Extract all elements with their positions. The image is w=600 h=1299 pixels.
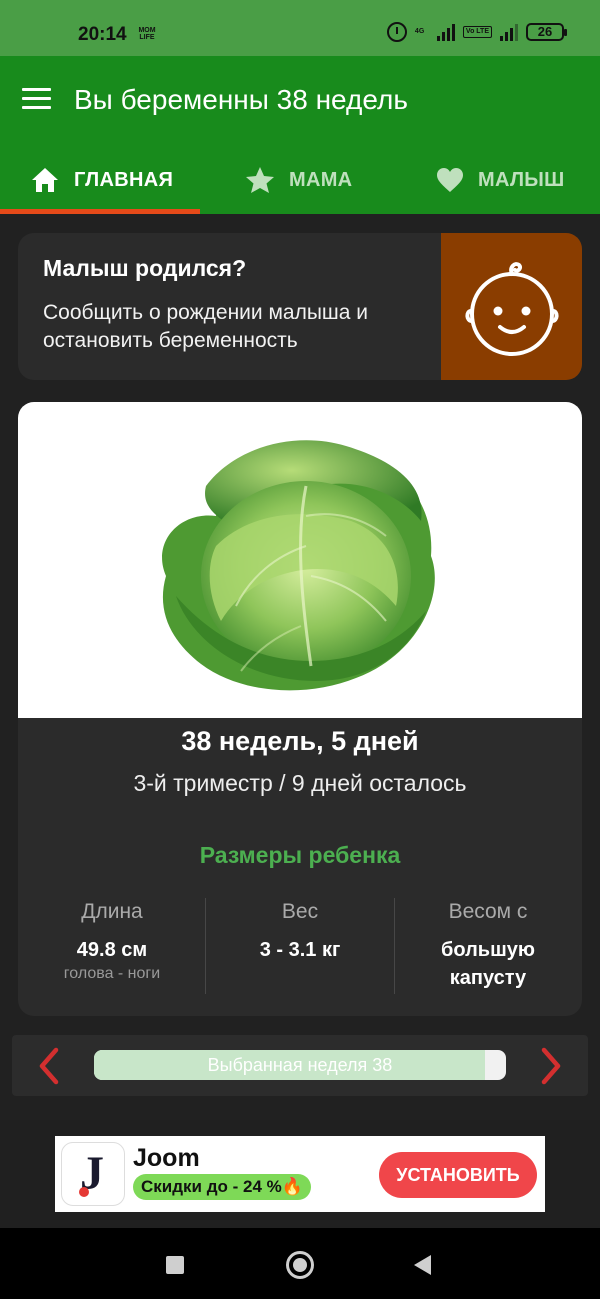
tab-home[interactable]: ГЛАВНАЯ	[30, 160, 173, 200]
ad-app-name: Joom	[133, 1144, 200, 1172]
weeks-days-title: 38 недель, 5 дней	[181, 726, 419, 756]
home-icon	[32, 168, 58, 192]
status-time: 20:14	[78, 24, 127, 45]
baby-born-card[interactable]: Малыш родился? Сообщить о рождении малыш…	[18, 233, 582, 380]
recents-icon[interactable]	[166, 1256, 184, 1274]
carrier-logo: MOM LIFE	[136, 27, 158, 41]
ad-install-button[interactable]: УСТАНОВИТЬ	[379, 1152, 537, 1198]
baby-face-icon	[465, 262, 559, 356]
week-selector: Выбранная неделя 38	[12, 1035, 588, 1096]
status-icons: 4G Vo LTE 26	[386, 22, 567, 42]
stat-compare-label: Весом с	[448, 900, 528, 923]
stat-weight-label: Вес	[281, 900, 319, 923]
signal-icon	[436, 23, 455, 41]
baby-born-title: Малыш родился?	[43, 255, 247, 281]
ad-promo-badge: Скидки до - 24 %🔥	[133, 1174, 311, 1200]
home-button-icon[interactable]	[286, 1251, 314, 1279]
hamburger-menu-icon[interactable]	[22, 88, 51, 110]
week-progress-bar[interactable]: Выбранная неделя 38	[94, 1050, 506, 1080]
stat-weight-value: 3 - 3.1 кг	[259, 939, 341, 961]
stat-compare: Весом с большую капусту	[394, 900, 582, 992]
tab-baby-label: МАЛЫШ	[478, 168, 565, 191]
stat-length-value: 49.8 см	[76, 939, 148, 961]
baby-sizes-title: Размеры ребенка	[199, 842, 401, 868]
chevron-right-icon[interactable]	[536, 1047, 566, 1085]
ad-logo-dot	[79, 1187, 89, 1197]
cabbage-image	[162, 440, 435, 691]
back-icon[interactable]	[414, 1255, 431, 1275]
tab-indicator	[0, 209, 200, 214]
status-bar: 20:14 MOM LIFE 4G Vo LTE 26	[0, 0, 600, 56]
baby-born-icon-box[interactable]	[441, 233, 582, 380]
page-title: Вы беременны 38 недель	[74, 84, 408, 115]
stat-length: Длина 49.8 см голова - ноги	[18, 900, 206, 983]
star-icon	[246, 167, 274, 193]
ad-banner[interactable]: J Joom Скидки до - 24 %🔥 УСТАНОВИТЬ	[55, 1136, 545, 1212]
pregnancy-card: 38 недель, 5 дней 3-й триместр / 9 дней …	[18, 402, 582, 1016]
volte-badge: Vo LTE	[462, 26, 492, 38]
trimester-info: 3-й триместр / 9 дней осталось	[133, 770, 467, 796]
ad-app-logo: J	[61, 1142, 125, 1206]
fruit-image-area	[18, 402, 582, 718]
carrier-logo-line2: LIFE	[139, 34, 155, 41]
signal-icon-2	[500, 23, 518, 41]
stat-length-label: Длина	[81, 900, 143, 923]
network-type: 4G	[414, 28, 425, 35]
alarm-icon	[386, 22, 407, 42]
tab-mom-label: МАМА	[289, 168, 353, 191]
battery-icon: 26	[526, 23, 567, 41]
system-nav-bar	[0, 1228, 600, 1299]
stat-compare-value: большую капусту	[441, 939, 535, 989]
tab-home-label: ГЛАВНАЯ	[74, 168, 174, 191]
selected-week-label: Выбранная неделя 38	[207, 1055, 393, 1075]
carrier-logo-line1: MOM	[138, 27, 156, 34]
tab-baby[interactable]: МАЛЫШ	[436, 160, 565, 200]
stat-length-sub: голова - ноги	[63, 965, 161, 982]
baby-born-text: Сообщить о рождении малыша и остановить …	[43, 301, 369, 352]
tab-mom[interactable]: МАМА	[245, 160, 352, 200]
chevron-left-icon[interactable]	[34, 1047, 64, 1085]
stat-weight: Вес 3 - 3.1 кг	[206, 900, 394, 964]
heart-icon	[437, 168, 463, 192]
ad-area: J Joom Скидки до - 24 %🔥 УСТАНОВИТЬ	[0, 1120, 600, 1228]
